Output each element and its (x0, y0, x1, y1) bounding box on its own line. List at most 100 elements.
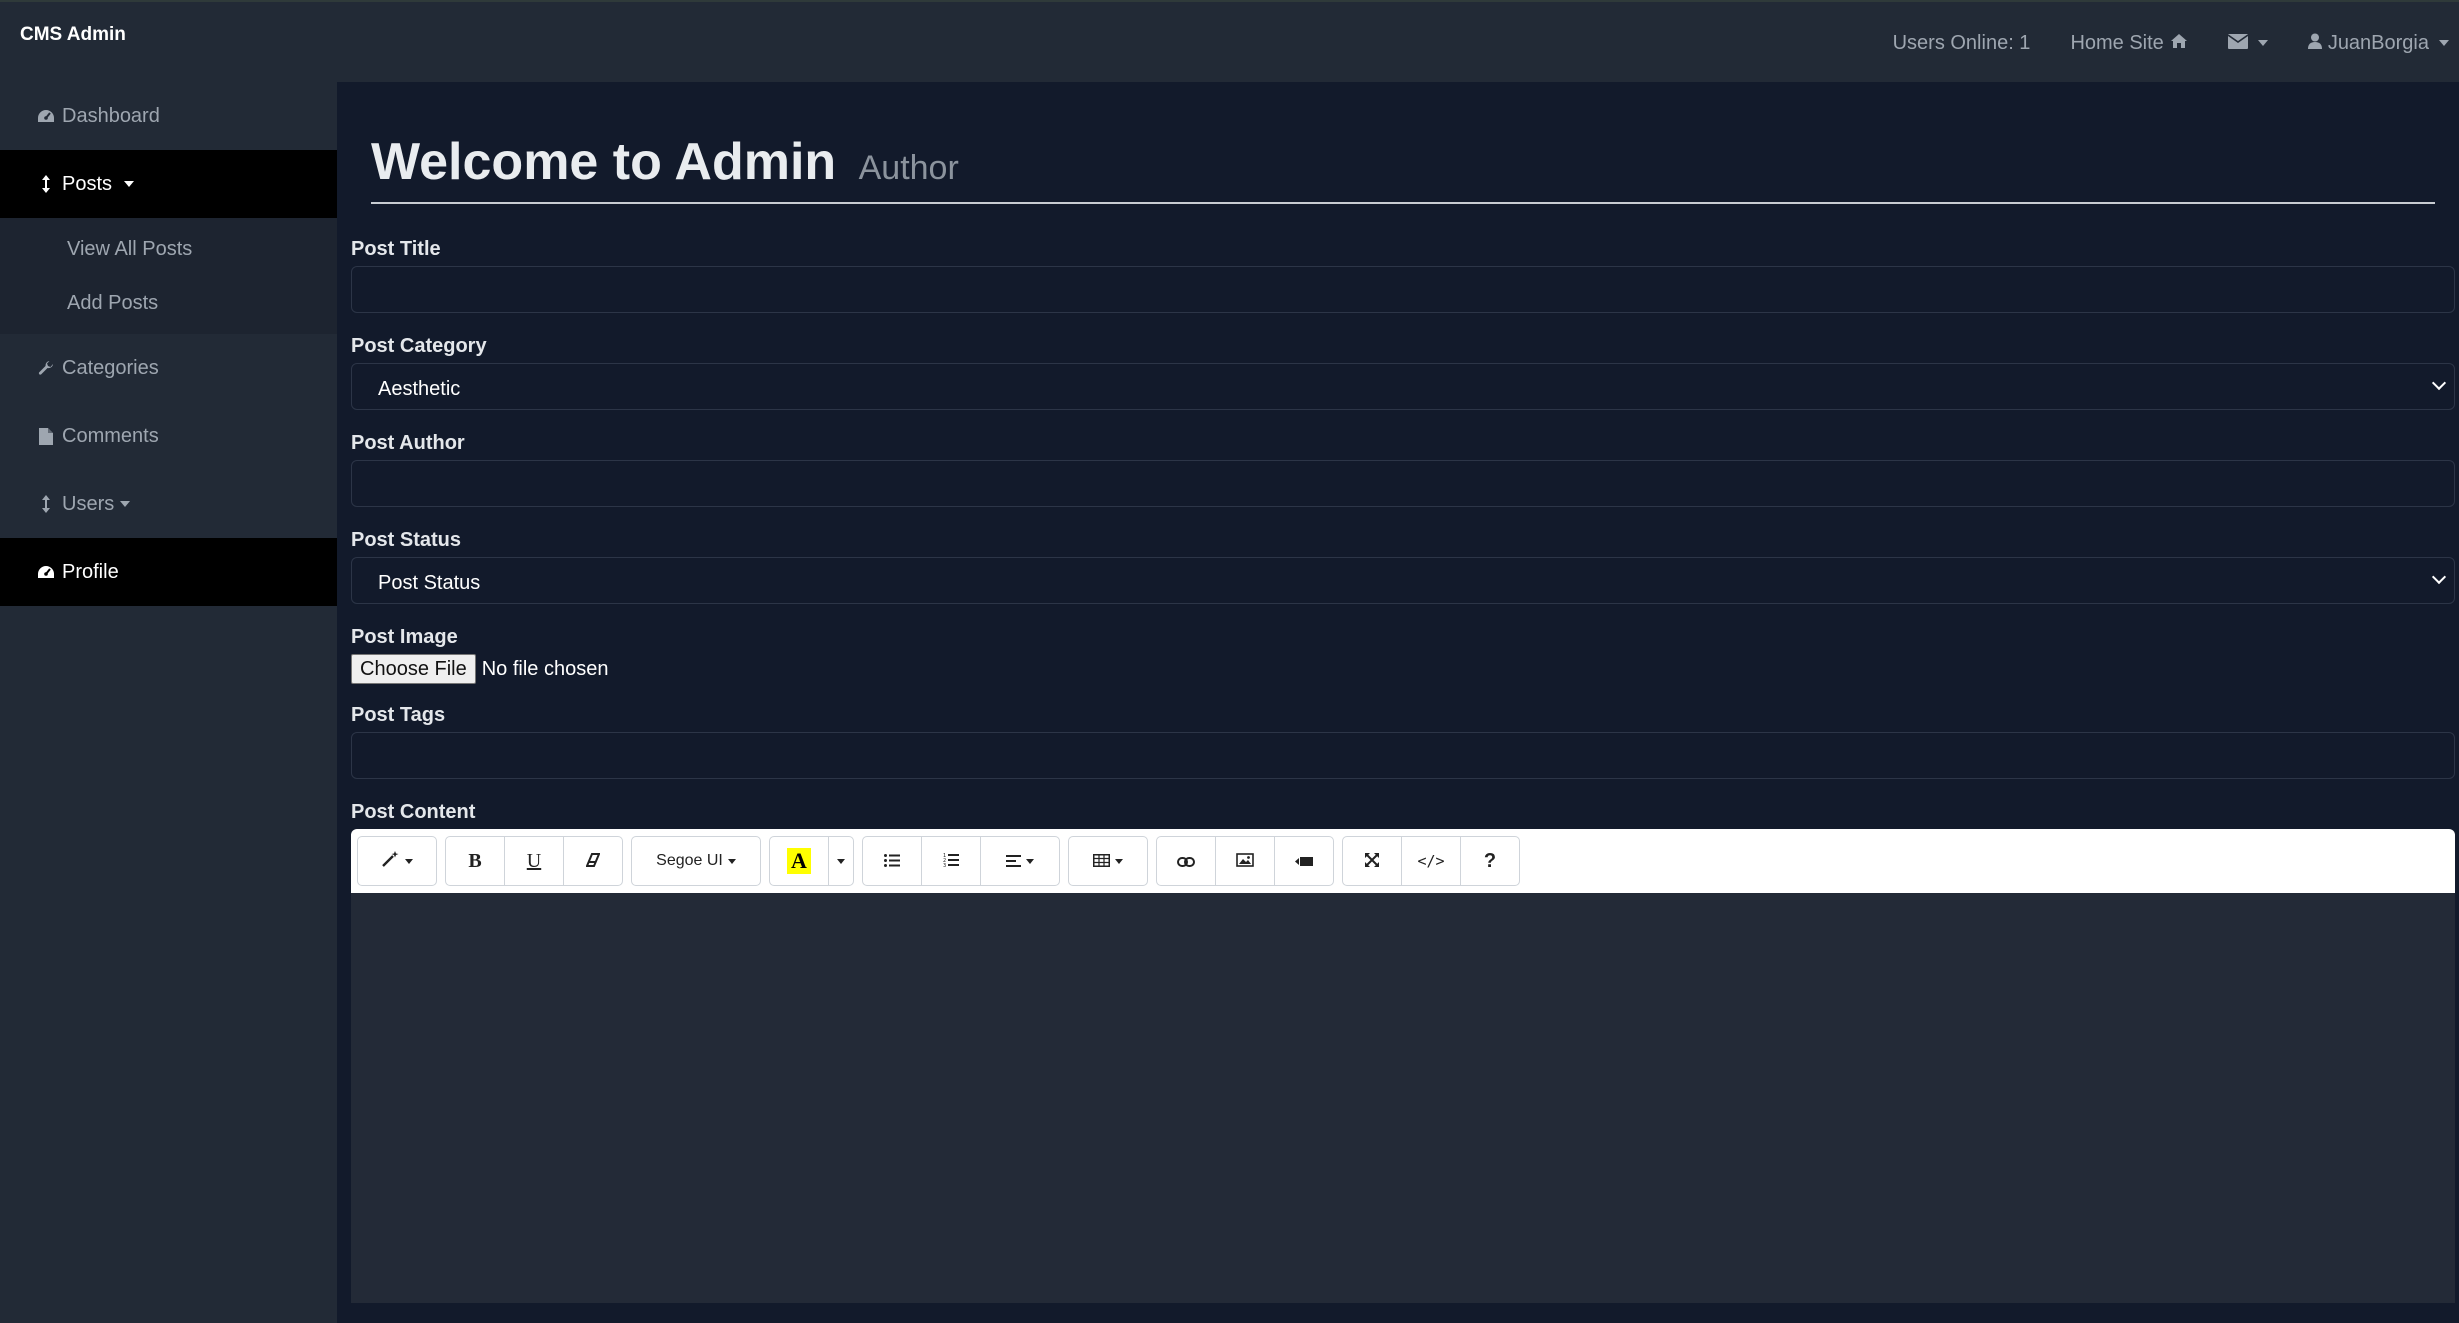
chevron-down-icon (2431, 569, 2447, 585)
sidebar-item-label: Posts (62, 172, 113, 195)
chevron-down-icon (2257, 40, 2268, 46)
dashboard-icon (34, 564, 58, 580)
font-name-label: Segoe UI (656, 852, 723, 869)
top-navbar: CMS Admin Users Online: 1 Home Site Juan… (0, 0, 2459, 82)
file-icon (34, 427, 58, 445)
clear-format-button[interactable] (563, 836, 623, 886)
svg-text:3: 3 (943, 863, 946, 867)
choose-file-button[interactable]: Choose File (351, 654, 476, 684)
post-status-select[interactable]: Post Status (351, 557, 2455, 604)
paragraph-align-dropdown[interactable] (980, 836, 1060, 886)
insert-link-button[interactable] (1156, 836, 1216, 886)
sidebar-item-view-all-posts[interactable]: View All Posts (0, 222, 337, 276)
sidebar-item-categories[interactable]: Categories (0, 334, 337, 402)
sidebar-item-label: Profile (62, 560, 119, 583)
post-category-value: Aesthetic (378, 378, 461, 400)
page-header: Welcome to Admin Author (371, 132, 2435, 204)
page-title-text: Welcome to Admin (371, 133, 837, 191)
brand-link[interactable]: CMS Admin (20, 24, 126, 46)
color-dropdown-button[interactable] (828, 836, 854, 886)
chevron-down-icon (404, 858, 413, 864)
user-name: JuanBorgia (2327, 31, 2429, 54)
page-subtitle: Author (858, 149, 959, 187)
posts-submenu: View All Posts Add Posts (0, 218, 337, 334)
dashboard-icon (34, 108, 58, 124)
post-category-group: Post Category Aesthetic (351, 329, 2455, 410)
font-name-group: Segoe UI (631, 836, 761, 886)
sidebar-item-profile[interactable]: Profile (0, 538, 337, 606)
magic-icon (381, 850, 400, 872)
style-button[interactable] (357, 836, 437, 886)
font-name-dropdown[interactable]: Segoe UI (631, 836, 761, 886)
post-tags-input[interactable] (351, 732, 2455, 779)
editor-content-area[interactable] (351, 893, 2455, 1303)
users-online-text: Users Online: 1 (1893, 32, 2031, 55)
wrench-icon (34, 360, 58, 376)
underline-button[interactable]: U (504, 836, 564, 886)
sidebar-item-users[interactable]: Users (0, 470, 337, 538)
top-nav-right: Users Online: 1 Home Site JuanBorgia (1893, 2, 2459, 84)
post-status-value: Post Status (378, 572, 481, 594)
font-color-icon: A (787, 848, 811, 874)
chevron-down-icon (1026, 858, 1034, 864)
sidebar-item-label: Comments (62, 424, 159, 447)
post-category-select[interactable]: Aesthetic (351, 363, 2455, 410)
insert-video-button[interactable] (1274, 836, 1334, 886)
post-title-label: Post Title (351, 238, 441, 260)
sidebar-item-add-posts[interactable]: Add Posts (0, 276, 337, 330)
editor-toolbar: B U Segoe UI A 1 2 3 </> ? (351, 829, 2455, 893)
post-image-group: Post Image Choose File No file chosen (351, 620, 2455, 684)
sidebar-item-dashboard[interactable]: Dashboard (0, 82, 337, 150)
sidebar-item-label: Dashboard (62, 104, 160, 127)
highlight-color-button[interactable]: A (769, 836, 829, 886)
file-status-text: No file chosen (481, 657, 609, 680)
chevron-down-icon (1115, 858, 1123, 864)
chevron-down-icon (727, 858, 736, 864)
align-left-icon (1006, 851, 1021, 872)
table-icon (1093, 851, 1110, 872)
main-content: Welcome to Admin Author Post Title Post … (337, 82, 2459, 1323)
bold-button[interactable]: B (445, 836, 505, 886)
chevron-down-icon (837, 858, 845, 864)
post-status-group: Post Status Post Status (351, 523, 2455, 604)
user-dropdown[interactable]: JuanBorgia (2307, 31, 2449, 55)
user-icon (2307, 32, 2322, 55)
code-view-button[interactable]: </> (1401, 836, 1461, 886)
insert-picture-button[interactable] (1215, 836, 1275, 886)
chevron-down-icon (120, 501, 131, 507)
post-image-file-input: Choose File No file chosen (351, 654, 2455, 684)
sidebar-item-comments[interactable]: Comments (0, 402, 337, 470)
post-tags-label: Post Tags (351, 704, 446, 726)
table-button[interactable] (1068, 836, 1148, 886)
post-title-input[interactable] (351, 266, 2455, 313)
image-icon (1236, 851, 1254, 872)
post-content-label: Post Content (351, 801, 476, 823)
post-tags-group: Post Tags (351, 698, 2455, 795)
envelope-icon (2227, 32, 2249, 55)
help-button[interactable]: ? (1460, 836, 1520, 886)
color-group: A (769, 836, 854, 886)
home-site-label: Home Site (2070, 31, 2164, 54)
eraser-icon (585, 851, 601, 872)
post-status-label: Post Status (351, 529, 462, 551)
chevron-down-icon (2439, 40, 2449, 46)
table-group (1068, 836, 1148, 886)
post-author-input[interactable] (351, 460, 2455, 507)
add-post-form: Post Title Post Category Aesthetic Post … (351, 232, 2455, 1303)
sidebar-item-label: Users (62, 492, 115, 515)
home-site-link[interactable]: Home Site (2070, 32, 2187, 55)
messages-dropdown[interactable] (2227, 32, 2268, 55)
home-icon (2170, 32, 2188, 55)
post-author-label: Post Author (351, 432, 465, 454)
ordered-list-button[interactable]: 123 (921, 836, 981, 886)
rich-text-editor: B U Segoe UI A 1 2 3 </> ? (351, 829, 2455, 1303)
unordered-list-button[interactable] (862, 836, 922, 886)
fullscreen-button[interactable] (1342, 836, 1402, 886)
post-title-group: Post Title (351, 232, 2455, 329)
sort-icon (34, 495, 58, 513)
post-category-label: Post Category (351, 335, 487, 357)
post-content-group: Post Content B U Segoe UI A 1 2 3 </> ? (351, 795, 2455, 1303)
sort-icon (34, 175, 58, 193)
sidebar-item-posts[interactable]: Posts (0, 150, 337, 218)
expand-icon (1365, 851, 1379, 872)
